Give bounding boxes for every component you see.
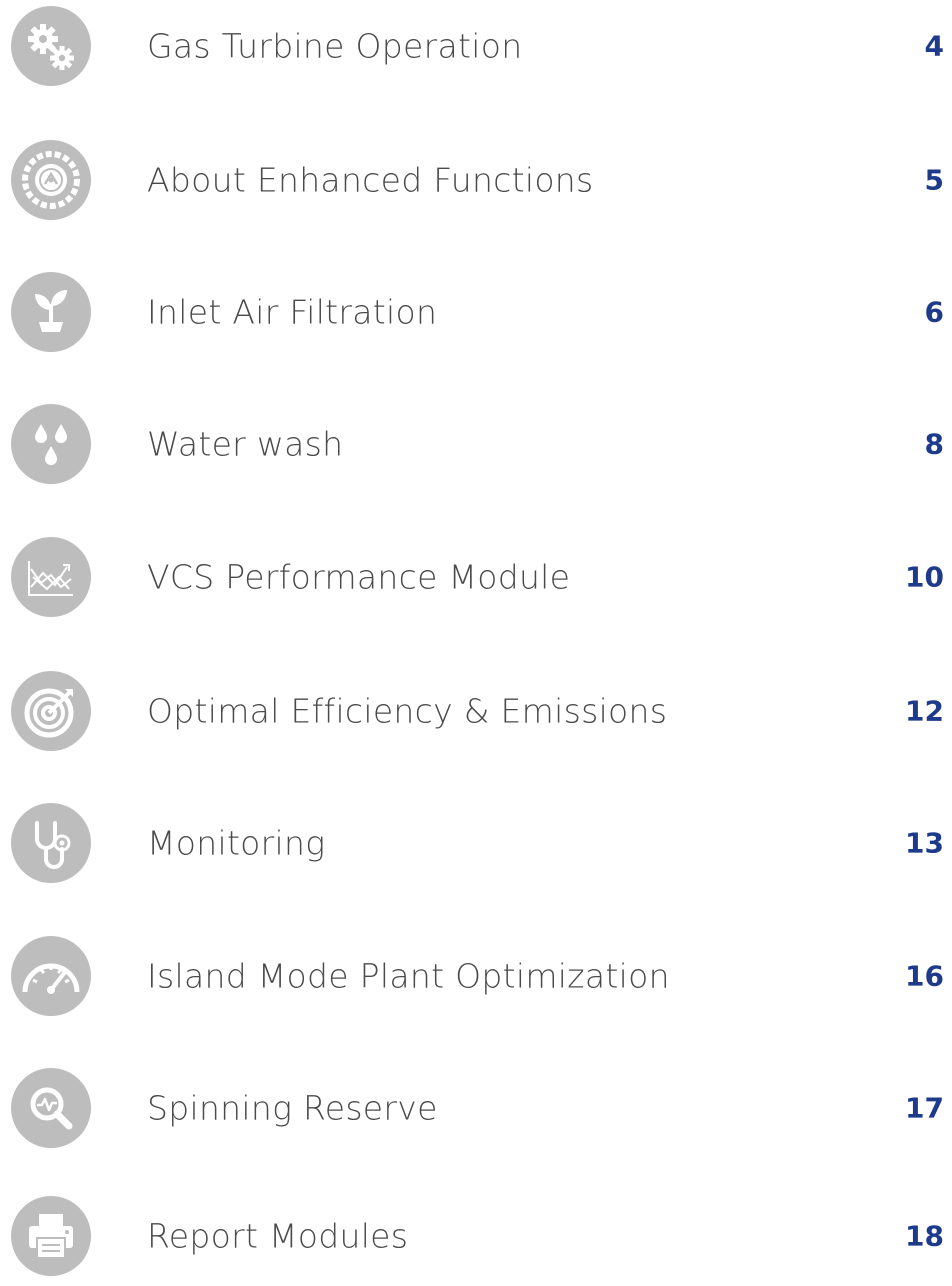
toc-item-title: Spinning Reserve xyxy=(147,1088,438,1128)
toc-item-title: About Enhanced Functions xyxy=(147,160,594,200)
toc-item-title: Water wash xyxy=(147,424,344,464)
plant-sprout-icon xyxy=(11,272,91,352)
toc-item-page-number: 13 xyxy=(905,826,944,860)
compass-dial-icon xyxy=(11,140,91,220)
toc-item-title: Report Modules xyxy=(147,1216,409,1256)
printer-icon xyxy=(11,1196,91,1276)
toc-item-page-number: 16 xyxy=(905,959,944,993)
toc-item-page-number: 18 xyxy=(905,1219,944,1253)
toc-item-island-mode-plant-optimization[interactable]: Island Mode Plant Optimization 16 xyxy=(0,926,952,1026)
toc-item-title: VCS Performance Module xyxy=(147,557,571,597)
magnifier-pulse-icon xyxy=(11,1068,91,1148)
toc-item-page-number: 8 xyxy=(924,427,944,461)
water-drops-icon xyxy=(11,404,91,484)
performance-chart-icon xyxy=(11,537,91,617)
stethoscope-icon xyxy=(11,803,91,883)
toc-item-spinning-reserve[interactable]: Spinning Reserve 17 xyxy=(0,1058,952,1158)
toc-item-page-number: 6 xyxy=(924,295,944,329)
toc-item-title: Monitoring xyxy=(147,823,326,863)
gears-icon xyxy=(11,6,91,86)
toc-item-vcs-performance-module[interactable]: VCS Performance Module 10 xyxy=(0,527,952,627)
toc-item-optimal-efficiency-emissions[interactable]: Optimal Efficiency & Emissions 12 xyxy=(0,661,952,761)
toc-item-report-modules[interactable]: Report Modules 18 xyxy=(0,1186,952,1286)
toc-item-page-number: 17 xyxy=(905,1091,944,1125)
toc-item-page-number: 10 xyxy=(905,560,944,594)
target-icon xyxy=(11,671,91,751)
toc-item-inlet-air-filtration[interactable]: Inlet Air Filtration 6 xyxy=(0,262,952,362)
toc-item-title: Inlet Air Filtration xyxy=(147,292,438,332)
toc-item-page-number: 5 xyxy=(924,163,944,197)
toc-item-gas-turbine-operation[interactable]: Gas Turbine Operation 4 xyxy=(0,0,952,96)
toc-item-page-number: 12 xyxy=(905,694,944,728)
toc-item-title: Gas Turbine Operation xyxy=(147,26,523,66)
speedometer-icon xyxy=(11,936,91,1016)
toc-item-water-wash[interactable]: Water wash 8 xyxy=(0,394,952,494)
toc-item-about-enhanced-functions[interactable]: About Enhanced Functions 5 xyxy=(0,130,952,230)
toc-item-title: Island Mode Plant Optimization xyxy=(147,956,670,996)
toc-item-page-number: 4 xyxy=(924,29,944,63)
toc-item-title: Optimal Efficiency & Emissions xyxy=(147,691,668,731)
toc-item-monitoring[interactable]: Monitoring 13 xyxy=(0,793,952,893)
